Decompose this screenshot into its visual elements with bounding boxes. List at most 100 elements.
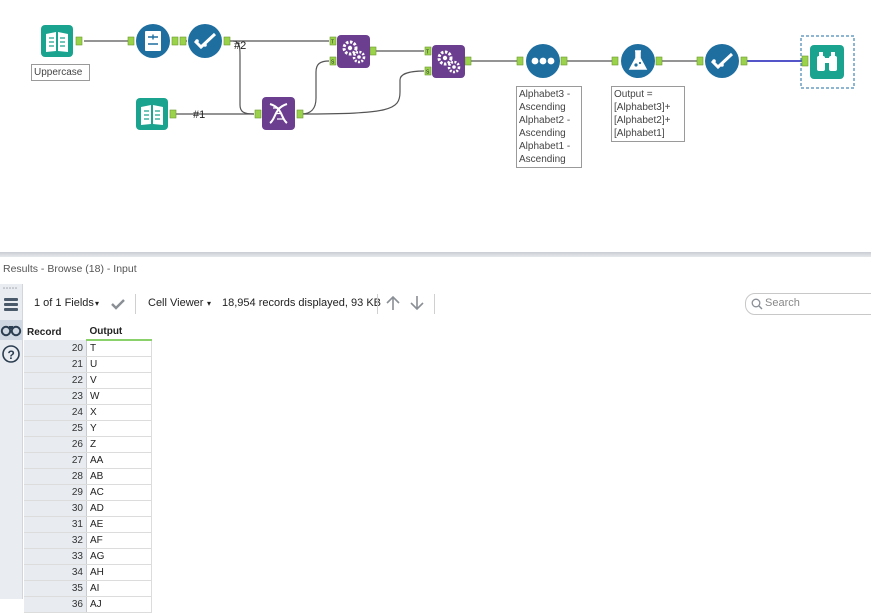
input-data-tool-2[interactable] xyxy=(136,98,168,130)
record-number-cell[interactable]: 25 xyxy=(24,420,87,437)
arrow-down-icon[interactable] xyxy=(409,295,425,311)
output-cell[interactable]: Z xyxy=(86,436,152,453)
batch-macro-tool-1[interactable] xyxy=(337,35,370,68)
annotation-line: [Alphabet2]+ xyxy=(614,115,671,126)
svg-text:T: T xyxy=(426,50,429,56)
output-cell[interactable]: V xyxy=(86,372,152,389)
batch-macro-tool-2[interactable] xyxy=(432,45,465,78)
annotation-line: Alphabet2 - xyxy=(519,115,571,126)
output-cell[interactable]: T xyxy=(86,340,152,357)
output-anchor xyxy=(169,109,177,119)
output-anchor xyxy=(369,46,377,56)
append-fields-tool[interactable] xyxy=(262,97,295,130)
table-row[interactable]: 35 AI xyxy=(24,580,152,597)
record-number-cell[interactable]: 28 xyxy=(24,468,87,485)
wire-label-1: #1 xyxy=(193,109,206,121)
table-row[interactable]: 27 AA xyxy=(24,452,152,469)
table-row[interactable]: 30 AD xyxy=(24,500,152,517)
table-row[interactable]: 25 Y xyxy=(24,420,152,437)
pane-splitter[interactable] xyxy=(0,252,871,257)
output-cell[interactable]: X xyxy=(86,404,152,421)
record-number-cell[interactable]: 32 xyxy=(24,532,87,549)
output-cell[interactable]: AC xyxy=(86,484,152,501)
output-cell[interactable]: Y xyxy=(86,420,152,437)
table-row[interactable]: 26 Z xyxy=(24,436,152,453)
annotation-uppercase: Uppercase xyxy=(31,64,90,81)
record-number-cell[interactable]: 21 xyxy=(24,356,87,373)
input-data-tool-1[interactable] xyxy=(41,25,73,57)
sort-tool[interactable] xyxy=(526,44,560,78)
dots-icon xyxy=(531,57,555,65)
record-number-cell[interactable]: 23 xyxy=(24,388,87,405)
results-toolbar: 1 of 1 Fields ▾ Cell Viewer ▾ 18,954 rec… xyxy=(22,286,871,322)
grip-icon xyxy=(3,287,17,289)
table-row[interactable]: 20 T xyxy=(24,340,152,357)
form-icon xyxy=(145,31,161,51)
arrow-up-icon[interactable] xyxy=(385,295,401,311)
table-row[interactable]: 33 AG xyxy=(24,548,152,565)
output-cell[interactable]: AB xyxy=(86,468,152,485)
table-row[interactable]: 22 V xyxy=(24,372,152,389)
record-number-cell[interactable]: 35 xyxy=(24,580,87,597)
column-header-output[interactable]: Output xyxy=(86,324,152,341)
table-row[interactable]: 31 AE xyxy=(24,516,152,533)
table-row[interactable]: 29 AC xyxy=(24,484,152,501)
output-cell[interactable]: AG xyxy=(86,548,152,565)
table-row[interactable]: 32 AF xyxy=(24,532,152,549)
record-number-cell[interactable]: 30 xyxy=(24,500,87,517)
fields-dropdown[interactable]: 1 of 1 Fields xyxy=(34,297,94,309)
output-anchor xyxy=(560,56,568,66)
record-number-cell[interactable]: 26 xyxy=(24,436,87,453)
table-row[interactable]: 24 X xyxy=(24,404,152,421)
annotation-line: Alphabet1 - xyxy=(519,141,571,152)
help-icon[interactable]: ? xyxy=(2,345,20,363)
annotation-line: Alphabet3 - xyxy=(519,89,571,100)
table-row[interactable]: 23 W xyxy=(24,388,152,405)
search-placeholder: Search xyxy=(765,297,800,309)
svg-text:?: ? xyxy=(8,348,15,362)
results-title: Results - Browse (18) - Input xyxy=(3,263,137,275)
record-number-cell[interactable]: 20 xyxy=(24,340,87,357)
list-view-icon[interactable] xyxy=(4,298,18,311)
record-number-cell[interactable]: 29 xyxy=(24,484,87,501)
workflow-connections: TS TS xyxy=(41,24,855,130)
record-number-cell[interactable]: 22 xyxy=(24,372,87,389)
chevron-down-icon[interactable]: ▾ xyxy=(207,299,211,308)
output-cell[interactable]: U xyxy=(86,356,152,373)
input-anchor xyxy=(516,56,524,66)
table-row[interactable]: 34 AH xyxy=(24,564,152,581)
output-cell[interactable]: AH xyxy=(86,564,152,581)
record-number-cell[interactable]: 34 xyxy=(24,564,87,581)
output-cell[interactable]: AF xyxy=(86,532,152,549)
annotation-line: Ascending xyxy=(519,128,566,139)
table-row[interactable]: 21 U xyxy=(24,356,152,373)
input-anchor xyxy=(611,56,619,66)
output-cell[interactable]: AA xyxy=(86,452,152,469)
record-number-cell[interactable]: 31 xyxy=(24,516,87,533)
output-anchor xyxy=(296,109,304,119)
cell-viewer-dropdown[interactable]: Cell Viewer xyxy=(148,297,203,309)
table-row[interactable]: 28 AB xyxy=(24,468,152,485)
input-anchor xyxy=(127,36,135,46)
workflow-canvas[interactable]: TS TS #2 #1 Uppercase Alphabet3 - Ascend… xyxy=(0,0,871,252)
output-cell[interactable]: AD xyxy=(86,500,152,517)
browse-tool[interactable] xyxy=(810,45,844,79)
output-cell[interactable]: W xyxy=(86,388,152,405)
generate-rows-tool[interactable] xyxy=(136,24,170,58)
output-anchor xyxy=(740,56,748,66)
connection-wire xyxy=(300,70,425,115)
binoculars-icon[interactable] xyxy=(0,320,22,340)
output-cell[interactable]: AI xyxy=(86,580,152,597)
apply-check-icon[interactable] xyxy=(110,297,126,311)
annotation-text: Uppercase xyxy=(34,67,83,78)
select-tool-2[interactable] xyxy=(705,44,739,78)
search-box[interactable]: Search xyxy=(745,293,871,315)
chevron-down-icon[interactable]: ▾ xyxy=(95,299,99,308)
formula-tool[interactable] xyxy=(621,44,655,78)
record-number-cell[interactable]: 24 xyxy=(24,404,87,421)
select-tool-1[interactable] xyxy=(188,24,222,58)
column-header-record[interactable]: Record xyxy=(24,324,87,340)
record-number-cell[interactable]: 33 xyxy=(24,548,87,565)
output-cell[interactable]: AE xyxy=(86,516,152,533)
record-number-cell[interactable]: 27 xyxy=(24,452,87,469)
